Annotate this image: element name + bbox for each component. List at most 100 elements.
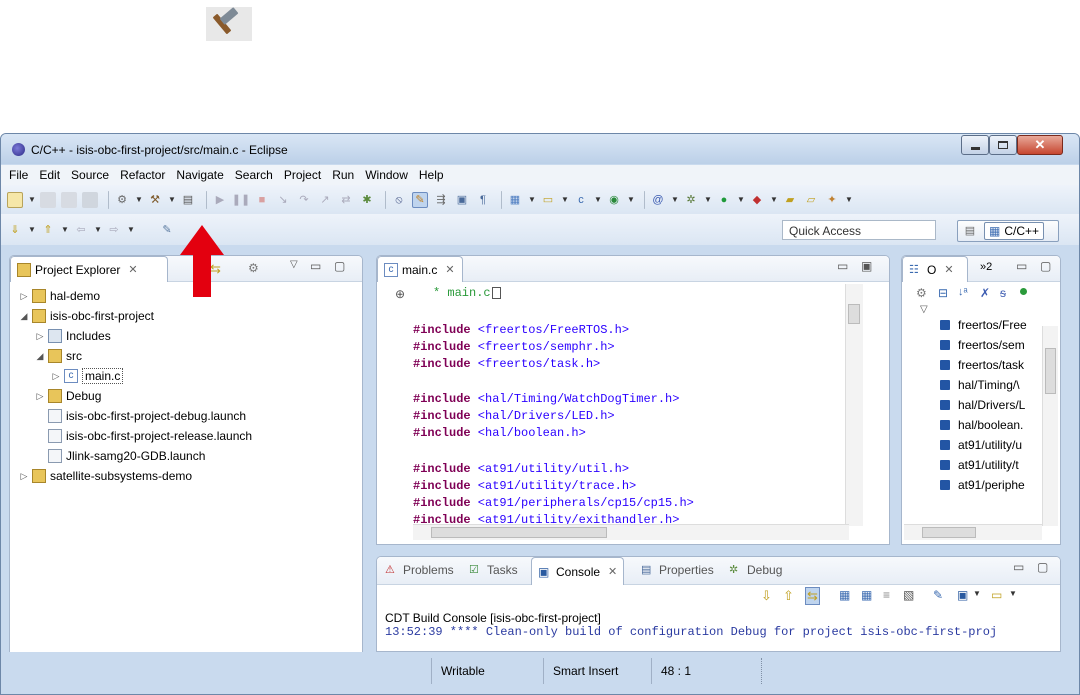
forward-dropdown-icon[interactable]: ▼ (127, 222, 135, 238)
tab-project-explorer[interactable]: Project Explorer ✕ (10, 256, 168, 282)
hide-static-icon[interactable]: ᵴ (1000, 286, 1006, 300)
maximize-view-icon[interactable]: ▢ (334, 259, 345, 273)
open-element-icon[interactable]: ▱ (803, 192, 819, 208)
outline-include-item[interactable]: freertos/Free (940, 316, 1030, 334)
close-tab-icon[interactable]: ✕ (445, 263, 454, 276)
back-dropdown-icon[interactable]: ▼ (94, 222, 102, 238)
next-annotation-dropdown-icon[interactable]: ▼ (28, 222, 36, 238)
new-icon[interactable] (7, 191, 23, 208)
resume-icon[interactable]: ▶ (212, 192, 228, 208)
outline-horizontal-scrollbar[interactable] (904, 524, 1042, 540)
open-type-icon[interactable]: ▰ (782, 192, 798, 208)
build-dropdown-icon[interactable]: ▼ (168, 192, 176, 208)
editor-vertical-scrollbar[interactable] (845, 284, 863, 526)
new-source-icon[interactable]: c (573, 192, 589, 208)
close-tab-icon[interactable]: ✕ (608, 565, 617, 578)
suspend-icon[interactable]: ❚❚ (232, 192, 250, 208)
display-console-icon[interactable]: ▣ (957, 588, 968, 602)
maximize-button[interactable] (989, 135, 1017, 155)
step-over-icon[interactable]: ↷ (296, 192, 312, 208)
expanded-twisty-icon[interactable]: ◢ (34, 351, 46, 362)
tree-item[interactable]: ◢ isis-obc-first-project (18, 306, 154, 326)
hide-icon[interactable]: ⚙ (916, 286, 927, 300)
outline-include-item[interactable]: hal/boolean. (940, 416, 1030, 434)
tree-item[interactable]: ▷ satellite-subsystems-demo (18, 466, 192, 486)
scroll-thumb[interactable] (1045, 348, 1056, 394)
scroll-lock-icon[interactable]: ▦ (861, 588, 872, 602)
tab-properties[interactable]: ▤ Properties (635, 557, 720, 583)
outline-include-item[interactable]: at91/utility/t (940, 456, 1030, 474)
prev-annotation-icon[interactable]: ⇑ (40, 222, 56, 238)
drop-frame-icon[interactable]: ⇄ (338, 192, 354, 208)
view-dropdown-icon[interactable]: ▽ (290, 259, 298, 270)
mark-occurrences-icon[interactable]: ✎ (412, 191, 428, 208)
pilcrow-icon[interactable]: ¶ (475, 192, 491, 208)
code-area[interactable]: ⊕ * main.c #include <freertos/FreeRTOS.h>… (377, 282, 889, 530)
hide-fields-icon[interactable]: ✗ (980, 286, 990, 300)
skip-breakpoints-icon[interactable]: ⦸ (391, 192, 407, 208)
debug-dropdown-icon[interactable]: ▼ (704, 192, 712, 208)
prev-error-icon[interactable]: ⇧ (783, 588, 794, 604)
menu-source[interactable]: Source (71, 168, 109, 182)
tree-item[interactable]: ▷ Includes (34, 326, 111, 346)
link-console-icon[interactable]: ⇆ (805, 587, 820, 605)
tree-item[interactable]: ▷ Debug (34, 386, 101, 406)
new-folder-icon[interactable]: ▭ (540, 192, 556, 208)
menu-search[interactable]: Search (235, 168, 273, 182)
more-views-overflow[interactable]: »2 (980, 261, 992, 273)
clear-console-icon[interactable]: ▧ (903, 588, 914, 602)
manage-build-config-icon[interactable]: ⚙ (114, 192, 130, 208)
maximize-view-icon[interactable]: ▢ (1040, 259, 1051, 273)
outline-menu-icon[interactable]: ▽ (920, 304, 928, 315)
new-dropdown-icon[interactable]: ▼ (28, 192, 36, 208)
expanded-twisty-icon[interactable]: ◢ (18, 311, 30, 322)
next-annotation-icon[interactable]: ⇓ (7, 222, 23, 238)
open-perspective-icon[interactable]: ▤ (962, 223, 978, 239)
maximize-view-icon[interactable]: ▢ (1037, 560, 1048, 574)
tree-item[interactable]: ◢ src (34, 346, 82, 366)
outline-include-item[interactable]: freertos/sem (940, 336, 1030, 354)
tab-tasks[interactable]: ☑ Tasks (463, 557, 524, 583)
tree-item[interactable]: isis-obc-first-project-debug.launch (34, 406, 246, 426)
close-tab-icon[interactable]: ✕ (944, 263, 953, 276)
copy-build-log-icon[interactable]: ▦ (839, 588, 850, 602)
menu-edit[interactable]: Edit (39, 168, 60, 182)
use-step-filters-icon[interactable]: ✱ (359, 192, 375, 208)
terminate-icon[interactable]: ■ (254, 192, 270, 208)
new-source-dropdown-icon[interactable]: ▼ (594, 192, 602, 208)
sort-icon[interactable]: ↓ᵃ (958, 286, 968, 298)
outline-vertical-scrollbar[interactable] (1042, 326, 1058, 526)
run-icon[interactable]: ● (716, 192, 732, 208)
tab-problems[interactable]: ⚠ Problems (379, 557, 460, 583)
build-hammer-icon-small[interactable]: ⚒ (147, 192, 163, 208)
search-at-icon[interactable]: @ (650, 192, 666, 208)
open-console-dropdown-icon[interactable]: ▼ (1009, 589, 1017, 598)
menu-project[interactable]: Project (284, 168, 321, 182)
outline-include-item[interactable]: hal/Timing/\ (940, 376, 1030, 394)
display-console-dropdown-icon[interactable]: ▼ (973, 589, 981, 598)
menu-file[interactable]: File (9, 168, 28, 182)
step-into-icon[interactable]: ↘ (275, 192, 291, 208)
new-class-icon[interactable]: ◉ (606, 192, 622, 208)
perspective-c-button[interactable]: ▦ C/C++ (984, 222, 1045, 240)
print-icon[interactable] (82, 191, 98, 208)
tab-outline[interactable]: ☷ O ✕ (902, 256, 968, 282)
save-icon[interactable] (40, 191, 56, 208)
next-error-icon[interactable]: ⇩ (761, 588, 772, 604)
build-config-dropdown-icon[interactable]: ▼ (135, 192, 143, 208)
close-button[interactable]: ✕ (1017, 135, 1063, 155)
scroll-thumb[interactable] (848, 304, 860, 324)
view-menu-icon[interactable]: ⚙ (248, 261, 259, 275)
open-file-icon[interactable]: ▤ (180, 192, 196, 208)
hide-nonpublic-icon[interactable] (1020, 288, 1027, 295)
tree-item[interactable]: ▷ hal-demo (18, 286, 100, 306)
save-all-icon[interactable] (61, 191, 77, 208)
tab-console[interactable]: ▣ Console ✕ (531, 557, 625, 585)
h-scroll-thumb[interactable] (431, 527, 607, 538)
outline-include-item[interactable]: hal/Drivers/L (940, 396, 1030, 414)
collapsed-twisty-icon[interactable]: ▷ (34, 391, 46, 402)
show-whitespace-icon[interactable]: ▣ (454, 192, 470, 208)
menu-refactor[interactable]: Refactor (120, 168, 165, 182)
word-wrap-icon[interactable]: ≡ (883, 588, 890, 602)
restore-editor-icon[interactable]: ▣ (861, 259, 872, 273)
